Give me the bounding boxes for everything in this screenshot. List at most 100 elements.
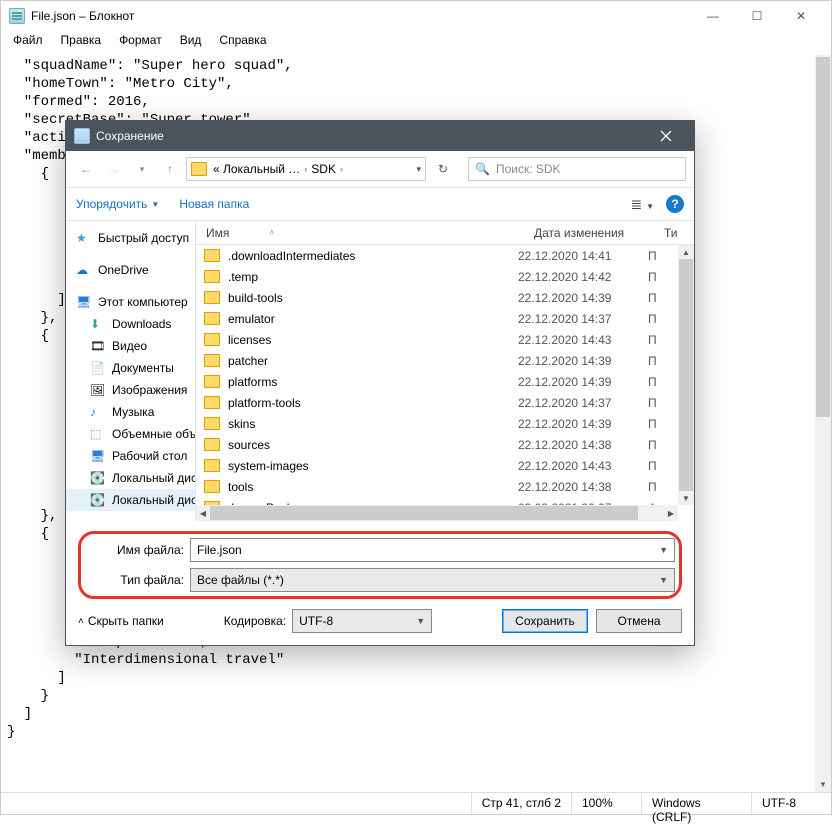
chevron-down-icon[interactable]: ▼ (659, 545, 668, 555)
tree-downloads[interactable]: ⬇Downloads (66, 313, 195, 335)
encoding-select[interactable]: UTF-8▼ (292, 609, 432, 633)
menu-format[interactable]: Формат (111, 31, 170, 51)
row-name: platform-tools (228, 396, 518, 410)
minimize-button[interactable]: — (691, 2, 735, 30)
tree-music[interactable]: ♪Музыка (66, 401, 195, 423)
row-date: 22.12.2020 14:37 (518, 396, 648, 410)
tree-videos[interactable]: 🎞Видео (66, 335, 195, 357)
tree-desktop[interactable]: 🖥Рабочий стол (66, 445, 195, 467)
tree-quick-access[interactable]: ★Быстрый доступ (66, 227, 195, 249)
row-name: .temp (228, 270, 518, 284)
file-list: Имя˄ Дата изменения Ти .downloadIntermed… (196, 221, 694, 521)
list-item[interactable]: system-images22.12.2020 14:43П (196, 455, 678, 476)
tree-disk-d[interactable]: 💽Локальный диск (66, 489, 195, 511)
chevron-down-icon[interactable]: ▾ (416, 164, 421, 175)
folder-icon (204, 291, 220, 304)
nav-forward-button[interactable]: → (102, 157, 126, 181)
scroll-left-icon[interactable]: ◀ (196, 505, 210, 521)
scroll-thumb[interactable] (679, 259, 693, 491)
folder-icon (191, 162, 207, 176)
dialog-close-button[interactable] (646, 121, 686, 151)
filetype-select[interactable]: Все файлы (*.*)▼ (190, 568, 675, 592)
refresh-button[interactable]: ↻ (430, 157, 456, 181)
notepad-vscrollbar[interactable]: ▲ ▼ (815, 55, 831, 792)
folder-icon (204, 459, 220, 472)
nav-up-button[interactable]: ↑ (158, 157, 182, 181)
cancel-button[interactable]: Отмена (596, 609, 682, 633)
star-icon: ★ (76, 231, 92, 245)
tree-documents[interactable]: 📄Документы (66, 357, 195, 379)
row-date: 22.12.2020 14:39 (518, 417, 648, 431)
chevron-down-icon: ▼ (151, 200, 159, 209)
breadcrumb[interactable]: « Локальный … › SDK › ▾ (186, 157, 426, 181)
col-type[interactable]: Ти (664, 226, 694, 240)
hide-folders-button[interactable]: ˄Скрыть папки (78, 614, 164, 628)
scroll-thumb[interactable] (816, 57, 830, 417)
filename-input[interactable]: File.json▼ (190, 538, 675, 562)
tree-this-pc[interactable]: 🖥Этот компьютер (66, 291, 195, 313)
status-encoding: UTF-8 (751, 793, 831, 814)
row-date: 22.12.2020 14:39 (518, 375, 648, 389)
menu-help[interactable]: Справка (211, 31, 274, 51)
scroll-thumb[interactable] (210, 506, 638, 520)
row-type: П (648, 480, 678, 494)
chevron-right-icon: › (340, 164, 343, 174)
list-hscrollbar[interactable]: ◀ ▶ (196, 505, 678, 521)
list-item[interactable]: .downloadIntermediates22.12.2020 14:41П (196, 245, 678, 266)
list-item[interactable]: .knownPackages03.03.2021 20:07Ф (196, 497, 678, 505)
tree-3d[interactable]: ⬚Объемные объекты (66, 423, 195, 445)
nav-back-button[interactable]: ← (74, 157, 98, 181)
cloud-icon: ☁ (76, 263, 92, 277)
list-header[interactable]: Имя˄ Дата изменения Ти (196, 221, 694, 245)
list-item[interactable]: skins22.12.2020 14:39П (196, 413, 678, 434)
menu-file[interactable]: Файл (5, 31, 51, 51)
crumb-seg2[interactable]: SDK (311, 162, 336, 176)
row-date: 22.12.2020 14:38 (518, 480, 648, 494)
list-item[interactable]: licenses22.12.2020 14:43П (196, 329, 678, 350)
dialog-title: Сохранение (96, 129, 164, 143)
list-item[interactable]: emulator22.12.2020 14:37П (196, 308, 678, 329)
chevron-down-icon[interactable]: ▼ (659, 575, 668, 585)
folder-icon (204, 438, 220, 451)
row-name: tools (228, 480, 518, 494)
maximize-button[interactable]: ☐ (735, 2, 779, 30)
view-button[interactable]: ≣ ▼ (630, 196, 654, 213)
list-item[interactable]: .temp22.12.2020 14:42П (196, 266, 678, 287)
list-item[interactable]: sources22.12.2020 14:38П (196, 434, 678, 455)
tree-pictures[interactable]: 🖼Изображения (66, 379, 195, 401)
save-button[interactable]: Сохранить (502, 609, 588, 633)
notepad-titlebar[interactable]: File.json – Блокнот — ☐ ✕ (1, 1, 831, 31)
organize-button[interactable]: Упорядочить ▼ (76, 197, 159, 211)
dialog-titlebar[interactable]: Сохранение (66, 121, 694, 151)
new-folder-button[interactable]: Новая папка (179, 197, 249, 211)
row-date: 22.12.2020 14:43 (518, 333, 648, 347)
tree-disk-c[interactable]: 💽Локальный диск (66, 467, 195, 489)
list-item[interactable]: tools22.12.2020 14:38П (196, 476, 678, 497)
list-vscrollbar[interactable]: ▲ ▼ (678, 245, 694, 505)
row-type: П (648, 396, 678, 410)
row-type: П (648, 354, 678, 368)
list-item[interactable]: platform-tools22.12.2020 14:37П (196, 392, 678, 413)
menu-edit[interactable]: Правка (53, 31, 110, 51)
list-item[interactable]: platforms22.12.2020 14:39П (196, 371, 678, 392)
close-button[interactable]: ✕ (779, 2, 823, 30)
scroll-down-icon[interactable]: ▼ (678, 491, 694, 505)
col-date[interactable]: Дата изменения (534, 226, 664, 240)
scroll-up-icon[interactable]: ▲ (678, 245, 694, 259)
list-item[interactable]: build-tools22.12.2020 14:39П (196, 287, 678, 308)
scroll-down-icon[interactable]: ▼ (815, 776, 831, 792)
help-button[interactable]: ? (666, 195, 684, 213)
row-type: П (648, 312, 678, 326)
filename-label: Имя файла: (85, 543, 190, 557)
folder-icon (204, 480, 220, 493)
nav-recent-icon[interactable]: ▾ (130, 157, 154, 181)
menu-view[interactable]: Вид (172, 31, 210, 51)
search-input[interactable]: 🔍 Поиск: SDK (468, 157, 686, 181)
scroll-right-icon[interactable]: ▶ (664, 505, 678, 521)
chevron-down-icon[interactable]: ▼ (416, 616, 425, 626)
list-item[interactable]: patcher22.12.2020 14:39П (196, 350, 678, 371)
folder-icon (204, 375, 220, 388)
col-name[interactable]: Имя (206, 226, 229, 240)
crumb-seg1[interactable]: « Локальный … (213, 162, 300, 176)
tree-onedrive[interactable]: ☁OneDrive (66, 259, 195, 281)
